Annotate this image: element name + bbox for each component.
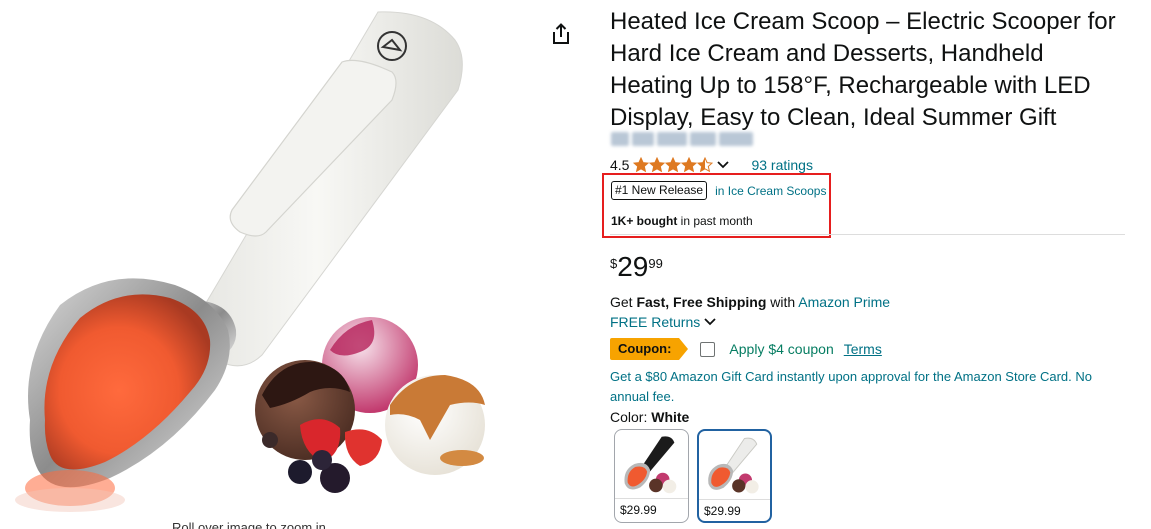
rating-row: 4.5 93 ratings [610,155,813,175]
chevron-down-icon [717,161,730,169]
badge-category-link[interactable]: in Ice Cream Scoops [715,184,826,198]
price-whole: 29 [617,251,649,282]
section-divider [610,234,1125,235]
coupon-row: Coupon: Apply $4 coupon Terms [610,338,882,360]
color-swatch-white[interactable]: $29.99 [697,429,772,523]
zoom-hint: Roll over image to zoom in [172,520,326,529]
coupon-tag: Coupon: [610,338,680,360]
color-swatch-black[interactable]: $29.99 [614,429,689,523]
free-returns-dropdown[interactable]: FREE Returns [610,314,716,330]
swatch-price: $29.99 [704,504,741,518]
price: $ 29 99 [610,252,663,282]
star-rating[interactable] [633,157,713,173]
ratings-count-link[interactable]: 93 ratings [751,157,812,173]
color-label-prefix: Color: [610,409,652,425]
rating-value: 4.5 [610,157,630,173]
coupon-terms-link[interactable]: Terms [844,341,882,357]
coupon-checkbox[interactable] [700,341,716,357]
gift-card-offer-link[interactable]: Get a $80 Amazon Gift Card instantly upo… [610,367,1120,407]
apply-coupon-label[interactable]: Apply $4 coupon [729,341,833,357]
star-rating-icon [633,157,713,172]
selected-color: White [651,409,690,425]
shipping-info: Get Fast, Free Shipping with Amazon Prim… [610,294,890,310]
price-symbol: $ [610,256,618,271]
brand-store-link[interactable] [611,132,761,150]
white-scoop-thumbnail [708,437,759,494]
new-release-badge[interactable]: #1 New Release [611,181,708,200]
shipping-with-text: with [766,294,799,310]
chevron-down-icon [704,318,716,326]
coupon-tag-tail [679,338,689,360]
best-seller-badge-row: #1 New Release in Ice Cream Scoops [611,181,826,200]
share-icon [553,23,569,44]
shipping-bold: Fast, Free Shipping [636,294,767,310]
price-fraction: 99 [648,256,663,271]
color-label: Color: White [610,409,689,425]
bought-count: 1K+ bought [611,214,678,228]
amazon-prime-link[interactable]: Amazon Prime [798,294,890,310]
free-returns-label: FREE Returns [610,314,701,330]
swatch-separator [699,499,770,500]
swatch-price: $29.99 [620,503,657,517]
black-scoop-thumbnail [624,436,677,494]
swatch-separator [615,498,688,499]
bought-period: in past month [677,214,753,228]
shipping-get-text: Get [610,294,637,310]
share-button[interactable] [550,22,572,46]
bought-in-past-month: 1K+ bought in past month [611,214,753,228]
main-product-image[interactable]: Roll over image to zoom in [0,0,530,529]
ice-cream-scoop-illustration [15,11,485,512]
rating-dropdown-toggle[interactable] [717,161,730,169]
product-title: Heated Ice Cream Scoop – Electric Scoope… [610,8,1116,131]
